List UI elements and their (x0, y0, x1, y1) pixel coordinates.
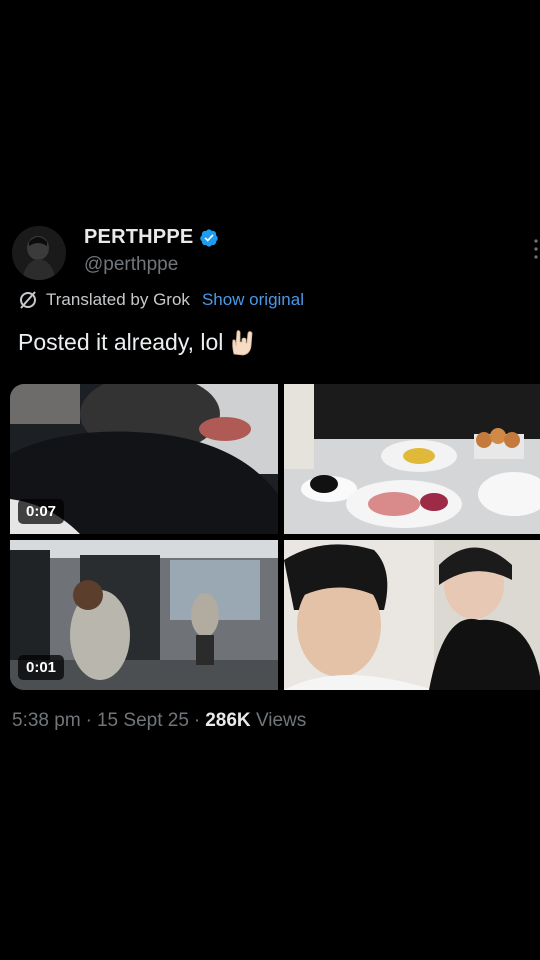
avatar[interactable] (12, 226, 66, 280)
views-count[interactable]: 286K (205, 710, 250, 731)
post-time[interactable]: 5:38 pm (12, 710, 81, 732)
rock-on-hand-emoji (232, 330, 253, 356)
post-date[interactable]: 15 Sept 25 (97, 710, 189, 732)
verified-badge-icon (200, 228, 219, 247)
more-options-icon[interactable] (534, 238, 538, 260)
media-video-1[interactable]: 0:07 (10, 384, 278, 534)
show-original-link[interactable]: Show original (202, 290, 304, 310)
meta-separator: · (193, 710, 201, 731)
grok-icon (20, 291, 36, 309)
media-grid[interactable]: 0:07 0:01 (10, 384, 540, 690)
handle[interactable]: @perthppe (84, 254, 178, 276)
views-label: Views (255, 710, 307, 731)
media-video-2[interactable]: 0:01 (10, 540, 278, 690)
meta-separator: · (85, 710, 92, 731)
media-image-2[interactable] (284, 540, 540, 690)
tweet-body: Posted it already, lol (18, 328, 224, 355)
video-duration: 0:07 (18, 499, 65, 524)
tweet-text: Posted it already, lol (18, 328, 255, 356)
tweet-meta: 5:38 pm · 15 Sept 25 · 286K Views (12, 710, 306, 732)
display-name[interactable]: PERTHPPE (84, 226, 193, 249)
video-duration: 0:01 (18, 655, 65, 680)
media-image-1[interactable] (284, 384, 540, 534)
translated-by-label: Translated by Grok (46, 290, 190, 309)
